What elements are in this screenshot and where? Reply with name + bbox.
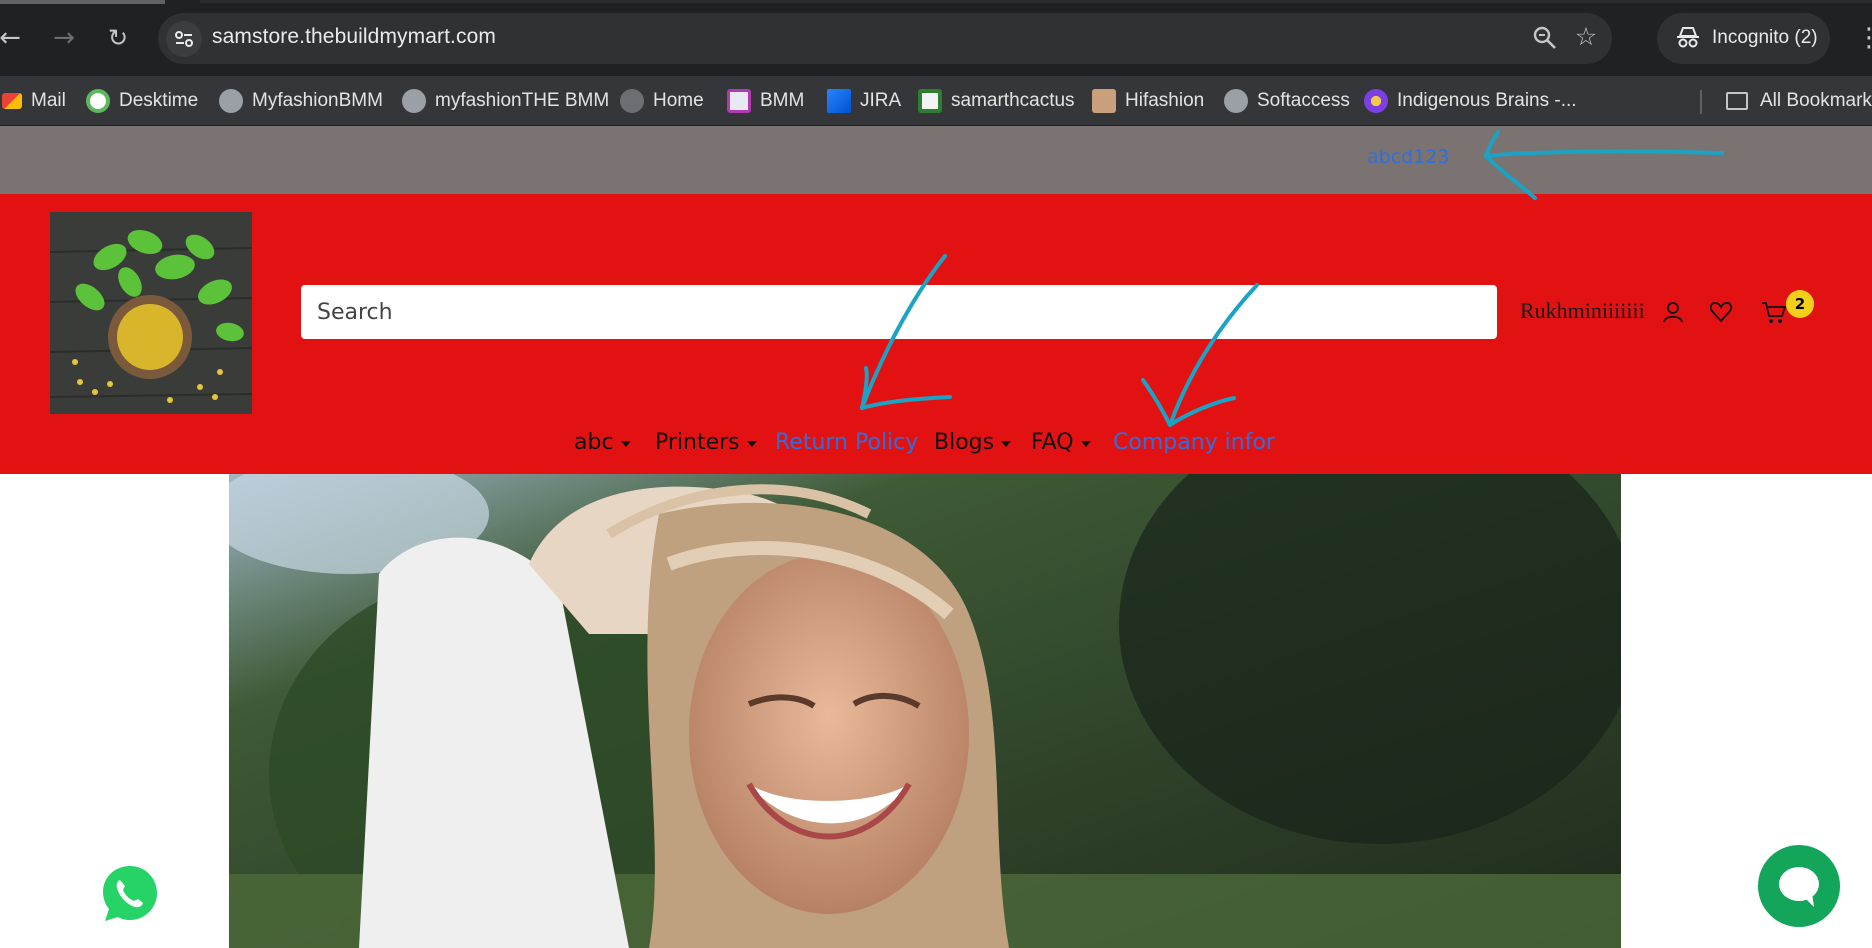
incognito-button[interactable]: Incognito (2) (1657, 13, 1830, 64)
topbar-link[interactable]: abcd123 (1367, 146, 1449, 168)
incognito-label: Incognito (2) (1712, 27, 1818, 48)
reload-icon[interactable]: ↻ (102, 22, 134, 54)
bookmark-desktime[interactable]: Desktime (86, 76, 198, 126)
bookmark-label: BMM (760, 90, 805, 111)
bookmark-label: Softaccess (1257, 90, 1350, 111)
hero-banner-image[interactable] (229, 474, 1621, 948)
menu-item-label: Company infor (1113, 430, 1275, 455)
bookmark-label: JIRA (860, 90, 902, 111)
jira-icon (827, 89, 851, 113)
address-bar[interactable]: samstore.thebuildmymart.com ☆ (158, 13, 1612, 64)
chevron-down-icon (1001, 440, 1012, 447)
browser-menu-icon[interactable]: ⋮ (1856, 20, 1872, 56)
main-menu: abc Printers Return Policy Blogs FAQ Com… (0, 430, 1872, 470)
bookmark-label: Mail (31, 90, 66, 111)
globe-icon (1224, 89, 1248, 113)
fashion-icon (1092, 89, 1116, 113)
bookmark-myfashionbmm[interactable]: MyfashionBMM (219, 76, 383, 126)
brain-icon (1364, 89, 1388, 113)
bookmark-star-icon[interactable]: ☆ (1572, 23, 1600, 51)
active-tab-edge (0, 0, 165, 4)
bmm-icon (727, 89, 751, 113)
url-text[interactable]: samstore.thebuildmymart.com (212, 25, 496, 49)
wishlist-heart-icon[interactable] (1707, 298, 1735, 326)
bookmark-jira[interactable]: JIRA (827, 76, 901, 126)
menu-item-faq[interactable]: FAQ (1031, 430, 1091, 455)
bookmark-label: Hifashion (1125, 90, 1205, 111)
bookmark-label: Indigenous Brains -... (1397, 90, 1577, 111)
desktime-icon (86, 89, 110, 113)
bookmarks-divider (1700, 90, 1702, 114)
menu-item-return-policy[interactable]: Return Policy (775, 430, 918, 455)
tab-strip (200, 0, 1872, 3)
bookmark-indigenous-brains[interactable]: Indigenous Brains -... (1364, 76, 1577, 126)
gmail-icon (2, 93, 22, 109)
store-logo[interactable] (50, 212, 252, 414)
globe-icon (402, 89, 426, 113)
menu-item-abc[interactable]: abc (574, 430, 631, 455)
bookmarks-bar: Mail Desktime MyfashionBMM myfashionTHE … (0, 76, 1872, 126)
menu-item-label: Return Policy (775, 430, 919, 455)
bookmark-myfashionthebmm[interactable]: myfashionTHE BMM (402, 76, 609, 126)
forward-arrow-icon[interactable]: → (48, 22, 80, 54)
site-header: Rukhminiiiiiii 2 abc Printers Return Pol… (0, 194, 1872, 474)
site-info-icon[interactable] (166, 21, 202, 57)
menu-item-company-infor[interactable]: Company infor (1113, 430, 1275, 455)
folder-icon (1726, 92, 1748, 110)
chat-widget-button[interactable] (1758, 845, 1840, 927)
all-bookmarks-button[interactable]: All Bookmarks (1726, 76, 1872, 126)
menu-item-label: Blogs (934, 430, 995, 455)
chevron-down-icon (1080, 440, 1091, 447)
chevron-down-icon (746, 440, 757, 447)
bookmark-hifashion[interactable]: Hifashion (1092, 76, 1204, 126)
menu-item-label: FAQ (1031, 430, 1074, 455)
back-arrow-icon[interactable]: ← (0, 22, 26, 54)
bookmark-bmm[interactable]: BMM (727, 76, 804, 126)
all-bookmarks-label: All Bookmarks (1760, 90, 1872, 111)
bookmark-label: MyfashionBMM (252, 90, 383, 111)
site-topbar: abcd123 (0, 126, 1872, 194)
bookmark-label: samarthcactus (951, 90, 1075, 111)
cart-icon[interactable] (1760, 298, 1788, 326)
globe-icon (620, 89, 644, 113)
menu-item-printers[interactable]: Printers (655, 430, 757, 455)
browser-toolbar: ← → ↻ samstore.thebuildmymart.com ☆ Inco… (0, 0, 1872, 76)
whatsapp-icon[interactable] (94, 858, 166, 930)
user-icon[interactable] (1659, 298, 1687, 326)
search-input[interactable] (301, 285, 1497, 339)
globe-icon (219, 89, 243, 113)
bookmark-samarthcactus[interactable]: samarthcactus (918, 76, 1075, 126)
bookmark-home[interactable]: Home (620, 76, 704, 126)
chevron-down-icon (620, 440, 631, 447)
zoom-icon[interactable] (1532, 25, 1558, 51)
bookmark-label: myfashionTHE BMM (435, 90, 610, 111)
account-username[interactable]: Rukhminiiiiiii (1520, 298, 1645, 324)
bookmark-mail[interactable]: Mail (2, 76, 66, 126)
menu-item-label: abc (574, 430, 614, 455)
bookmark-label: Home (653, 90, 704, 111)
menu-item-blogs[interactable]: Blogs (934, 430, 1012, 455)
cactus-icon (918, 89, 942, 113)
menu-item-label: Printers (655, 430, 740, 455)
bookmark-softaccess[interactable]: Softaccess (1224, 76, 1350, 126)
incognito-icon (1675, 25, 1701, 51)
cart-count-badge: 2 (1786, 290, 1814, 318)
bookmark-label: Desktime (119, 90, 199, 111)
